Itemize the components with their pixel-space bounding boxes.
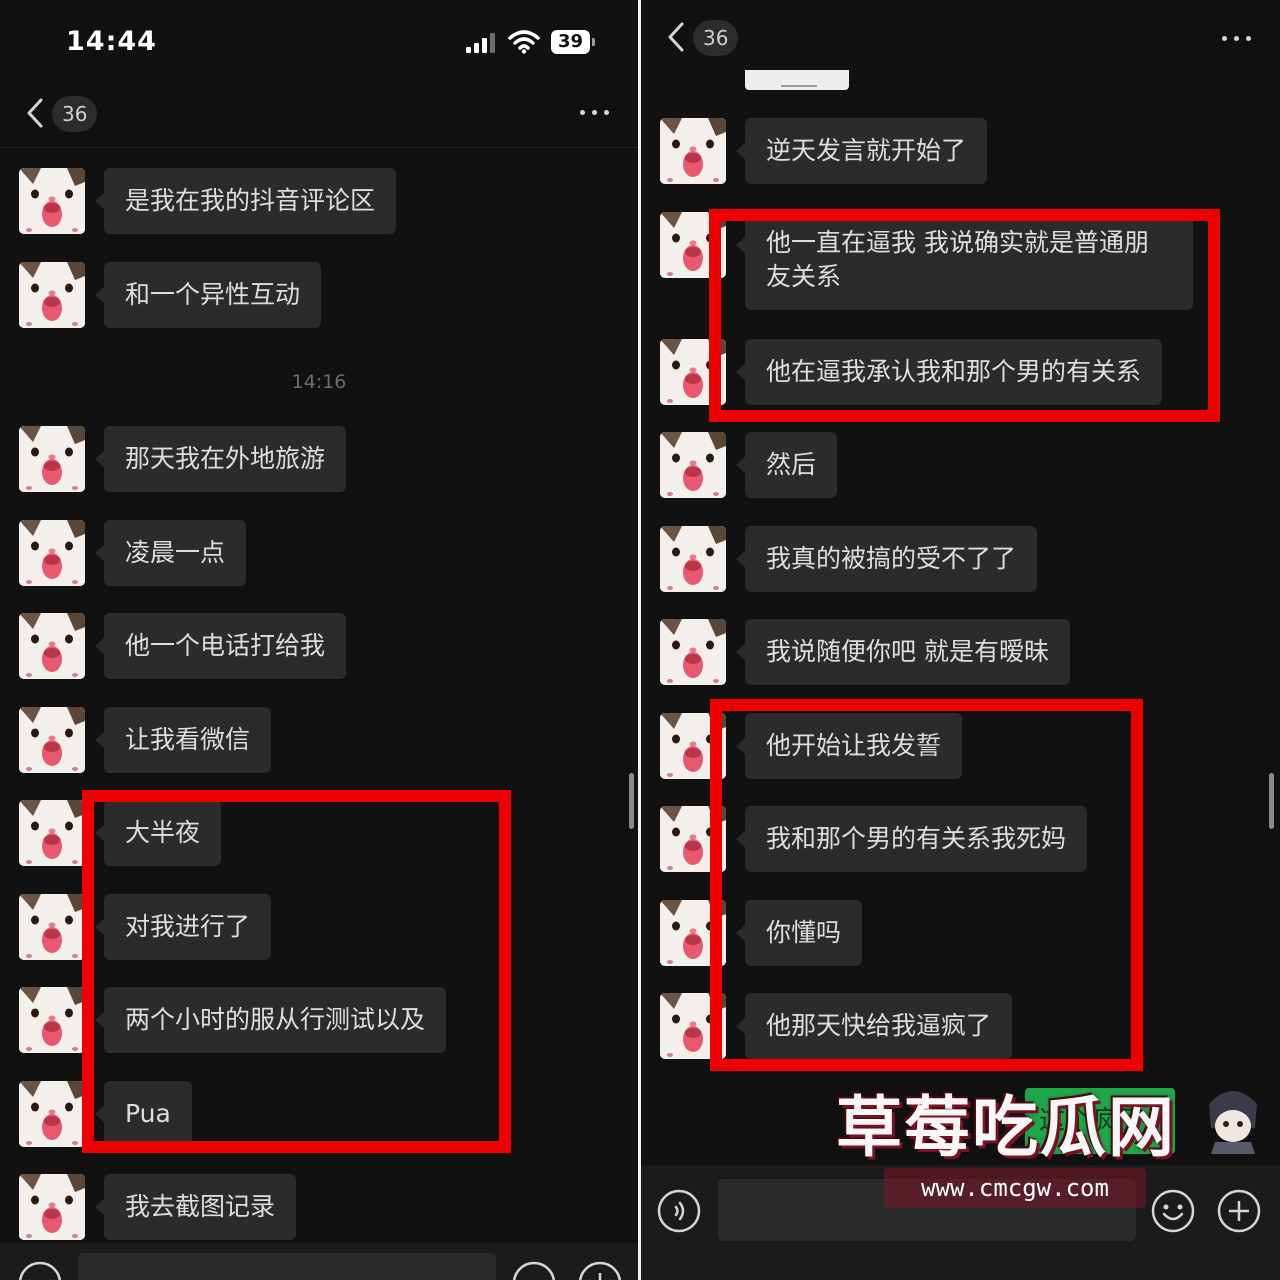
voice-icon[interactable] [18,1261,62,1280]
emoji-icon[interactable] [1151,1189,1195,1233]
message-bubble[interactable]: 我真的被搞的受不了了 [735,526,1038,592]
battery-level: 39 [557,31,584,52]
highlight-frame [82,790,511,1153]
cat-avatar[interactable] [19,520,85,586]
plus-icon[interactable] [578,1261,622,1280]
message-bubble[interactable]: 和一个异性互动 [94,262,322,328]
message-bubble[interactable]: 他一个电话打给我 [94,613,347,679]
plus-icon[interactable] [1217,1189,1261,1233]
status-bar: 14:44 39 [0,0,638,80]
message-row: 和一个异性互动 [0,262,638,334]
message-row: 逆天发言就开始了 [641,118,1280,190]
message-row: 让我看微信 [0,707,638,779]
cat-avatar[interactable] [19,707,85,773]
cat-avatar[interactable] [660,432,726,498]
cat-avatar[interactable] [19,262,85,328]
time-separator: 14:16 [291,371,347,393]
message-row: 我真的被搞的受不了了 [641,526,1280,598]
more-icon[interactable] [1222,26,1252,50]
status-time: 14:44 [66,26,157,57]
left-chat-screen: 14:44 39 36 是我在我的抖音评论区 和一个异性互动 14:16 那天我… [0,0,638,1280]
message-row: 我说随便你吧 就是有暧昧 [641,619,1280,691]
message-row: 我去截图记录 [0,1174,638,1246]
cat-avatar[interactable] [19,426,85,492]
message-bubble[interactable]: 是我在我的抖音评论区 [94,168,397,234]
cat-avatar[interactable] [660,619,726,685]
watermark-title: 草莓吃瓜网 [836,1089,1176,1166]
message-bubble[interactable]: 让我看微信 [94,707,272,773]
more-icon[interactable] [580,100,610,124]
partial-image-message[interactable] [745,70,849,90]
message-bubble[interactable]: 我去截图记录 [94,1174,297,1240]
message-bubble[interactable]: 我说随便你吧 就是有暧昧 [736,619,1070,685]
cat-avatar[interactable] [660,118,726,184]
cat-avatar[interactable] [19,800,85,866]
scrollbar[interactable] [1269,773,1274,829]
input-bar [0,1243,638,1280]
back-icon[interactable] [24,96,46,130]
cat-avatar[interactable] [19,613,85,679]
signal-icon [466,33,498,53]
highlight-frame [709,209,1220,422]
chat-header: 36 [0,78,638,148]
cat-avatar[interactable] [660,526,726,592]
highlight-frame [710,699,1143,1071]
message-bubble[interactable]: 凌晨一点 [94,520,247,586]
message-row: 是我在我的抖音评论区 [0,168,638,240]
cat-avatar[interactable] [19,1081,85,1147]
message-row: 然后 [641,432,1280,504]
wifi-icon [508,30,540,54]
message-row: 那天我在外地旅游 [0,426,638,498]
cat-avatar[interactable] [19,168,85,234]
scrollbar[interactable] [629,773,634,829]
cat-avatar[interactable] [19,987,85,1053]
chat-header: 36 [641,4,1280,74]
emoji-icon[interactable] [512,1261,556,1280]
battery-icon: 39 [551,30,595,54]
watermark-url: www.cmcgw.com [884,1168,1146,1208]
message-bubble[interactable]: 然后 [735,432,838,498]
watermark-mascot-icon [1209,1091,1257,1154]
message-input[interactable] [78,1253,496,1280]
cat-avatar[interactable] [19,1174,85,1240]
unread-count-badge[interactable]: 36 [52,96,98,132]
cat-avatar[interactable] [19,894,85,960]
message-row: 凌晨一点 [0,520,638,592]
message-bubble[interactable]: 那天我在外地旅游 [94,426,347,492]
voice-icon[interactable] [657,1189,701,1233]
back-icon[interactable] [665,20,687,54]
message-bubble[interactable]: 逆天发言就开始了 [735,118,988,184]
message-row: 他一个电话打给我 [0,613,638,685]
unread-count-badge[interactable]: 36 [693,20,739,56]
